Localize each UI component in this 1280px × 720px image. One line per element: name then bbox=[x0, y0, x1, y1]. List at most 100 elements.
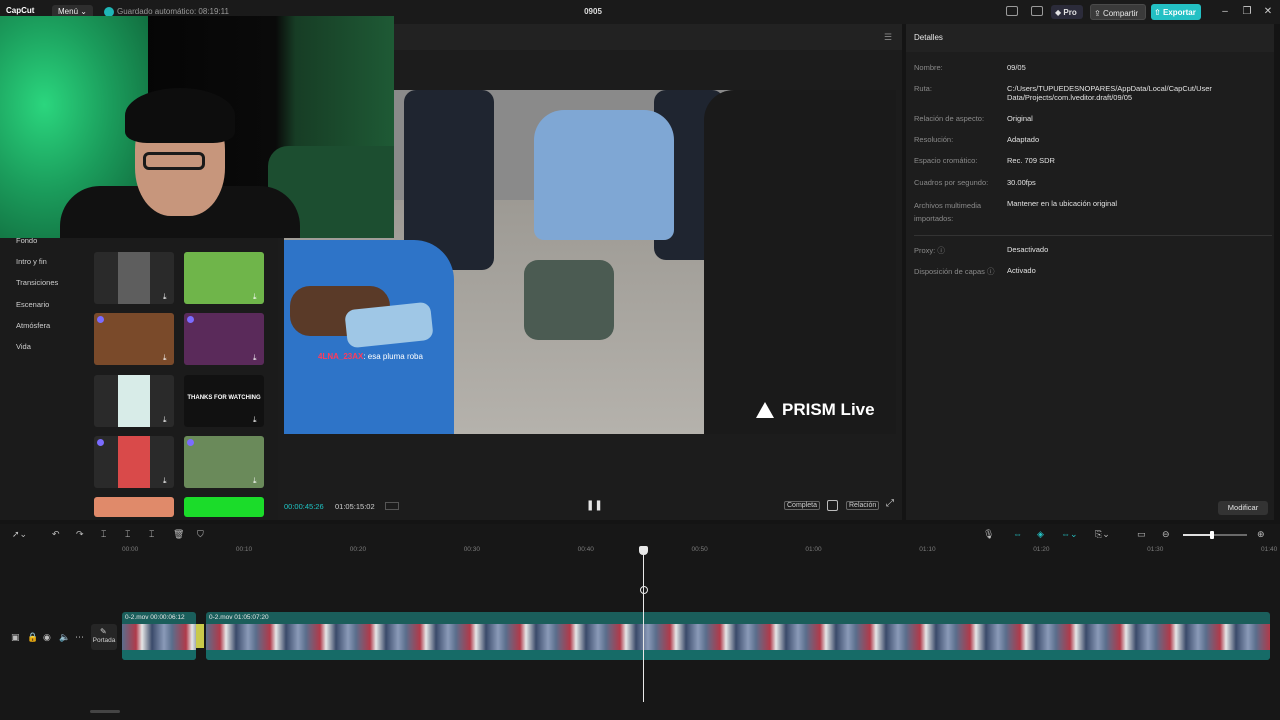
category-intro[interactable]: Intro y fin bbox=[16, 257, 47, 266]
menu-lines-icon[interactable]: ☰ bbox=[884, 32, 892, 43]
details-divider bbox=[914, 235, 1272, 236]
effect-thumbnail[interactable] bbox=[184, 497, 264, 517]
share-button[interactable]: ⇪ Compartir bbox=[1090, 4, 1146, 20]
webcam-hair bbox=[125, 88, 235, 143]
time-ruler[interactable]: 00:00 00:10 00:20 00:30 00:40 00:50 01:00 01:10… bbox=[122, 546, 1280, 558]
preview-axis-icon[interactable]: ⎘⌄ bbox=[1095, 529, 1110, 540]
download-icon[interactable]: ⤓ bbox=[253, 293, 261, 301]
thumbnail-preview bbox=[94, 497, 174, 517]
effect-thumbnail[interactable]: ⤓ bbox=[94, 313, 174, 365]
ruler-tick: 01:20 bbox=[1033, 546, 1050, 553]
cover-button[interactable]: ✎ Portada bbox=[91, 624, 117, 650]
ruler-tick: 00:20 bbox=[349, 546, 367, 553]
timecode-icon[interactable] bbox=[385, 502, 399, 510]
download-icon[interactable]: ⤓ bbox=[163, 477, 171, 485]
effect-thumbnail[interactable]: ⤓ bbox=[184, 252, 264, 304]
effect-thumbnail[interactable]: ⤓ bbox=[94, 375, 174, 427]
zoom-slider[interactable] bbox=[1183, 531, 1247, 539]
effect-thumbnail[interactable]: ⤓ bbox=[94, 436, 174, 488]
more-icon[interactable]: ⋯ bbox=[75, 632, 84, 643]
chat-overlay: 4LNA_23AX: esa pluma roba bbox=[318, 352, 423, 361]
link-icon[interactable]: ⇔ bbox=[1013, 529, 1022, 539]
screenshot-icon[interactable] bbox=[827, 500, 838, 511]
lock-icon[interactable]: 🔒 bbox=[27, 632, 38, 643]
microphone-icon[interactable]: 🎙 bbox=[983, 529, 994, 540]
effect-thumbnail[interactable]: ⤓ bbox=[94, 252, 174, 304]
download-icon[interactable]: ⤓ bbox=[253, 416, 261, 424]
zoom-slider-handle[interactable] bbox=[1209, 531, 1214, 539]
detail-value: 30.00fps bbox=[1007, 178, 1036, 187]
export-label: Exportar bbox=[1162, 8, 1196, 17]
split-right-icon[interactable]: ⌶ bbox=[149, 529, 154, 540]
pause-icon[interactable]: ❚❚ bbox=[586, 500, 603, 511]
webcam-overlay bbox=[0, 16, 394, 238]
redo-icon[interactable]: ↷ bbox=[76, 529, 84, 540]
export-button[interactable]: ⇧ Exportar bbox=[1151, 4, 1201, 20]
split-left-icon[interactable]: ⌶ bbox=[125, 529, 130, 540]
details-header: Detalles bbox=[906, 24, 1274, 52]
caption-icon[interactable]: ▭ bbox=[1137, 529, 1146, 540]
thumbnail-preview bbox=[184, 497, 264, 517]
detail-label: Proxy: ⓘ bbox=[914, 246, 945, 255]
thumbnail-preview bbox=[184, 436, 264, 488]
details-panel: Detalles Nombre: 09/05 Ruta: C:/Users/TUPUE… bbox=[906, 24, 1274, 520]
transition-marker[interactable] bbox=[196, 624, 204, 648]
horizontal-scrollbar[interactable] bbox=[90, 710, 120, 713]
video-clip[interactable]: 0-2.mov 01:05:07:20 bbox=[206, 612, 1270, 660]
snap-icon[interactable]: ⇔⌄ bbox=[1061, 529, 1078, 540]
effect-thumbnail[interactable]: THANKS FOR WATCHING ⤓ bbox=[184, 375, 264, 427]
ruler-tick: 01:30 bbox=[1147, 546, 1164, 553]
share-label: Compartir bbox=[1102, 9, 1139, 18]
minimize-icon[interactable]: – bbox=[1219, 6, 1231, 17]
modify-button[interactable]: Modificar bbox=[1218, 501, 1268, 515]
shield-icon[interactable]: ⛉ bbox=[197, 529, 204, 540]
category-transiciones[interactable]: Transiciones bbox=[16, 278, 58, 287]
effect-thumbnail[interactable] bbox=[94, 497, 174, 517]
restore-icon[interactable]: ❐ bbox=[1241, 6, 1253, 17]
close-icon[interactable]: ✕ bbox=[1262, 6, 1274, 17]
zoom-slider-fill bbox=[1183, 534, 1212, 536]
keyboard-icon[interactable] bbox=[1031, 6, 1043, 16]
magnet-icon[interactable]: ◈ bbox=[1037, 529, 1044, 540]
layout-icon[interactable] bbox=[1006, 6, 1018, 16]
undo-icon[interactable]: ↶ bbox=[52, 529, 60, 540]
aspect-ratio-button[interactable]: Relación bbox=[846, 501, 880, 510]
category-atmosfera[interactable]: Atmósfera bbox=[16, 321, 50, 330]
effect-thumbnail[interactable]: ⤓ bbox=[184, 436, 264, 488]
effect-thumbnail[interactable]: ⤓ bbox=[184, 313, 264, 365]
chat-message: : esa pluma roba bbox=[363, 352, 423, 361]
download-icon[interactable]: ⤓ bbox=[163, 416, 171, 424]
full-quality-button[interactable]: Completa bbox=[784, 501, 820, 510]
audio-icon[interactable]: 🔈 bbox=[59, 632, 70, 643]
pro-label: Pro bbox=[1063, 8, 1077, 17]
detail-label: Relación de aspecto: bbox=[914, 114, 985, 123]
detail-value: Adaptado bbox=[1007, 135, 1040, 144]
eye-icon[interactable]: ◉ bbox=[43, 632, 51, 643]
zoom-out-icon[interactable]: ⊖ bbox=[1162, 529, 1170, 540]
fullscreen-icon[interactable]: ⤢ bbox=[886, 498, 894, 509]
track-lock-icon[interactable]: ▣ bbox=[11, 632, 20, 643]
split-icon[interactable]: ⌶ bbox=[101, 529, 106, 540]
playhead[interactable] bbox=[643, 550, 644, 702]
category-escenario[interactable]: Escenario bbox=[16, 300, 49, 309]
video-clip[interactable]: 0-2.mov 00:00:06:12 bbox=[122, 612, 196, 660]
download-icon[interactable]: ⤓ bbox=[253, 354, 261, 362]
ruler-tick: 00:00 bbox=[122, 546, 139, 553]
playhead-knob[interactable] bbox=[640, 586, 648, 594]
thumbnail-preview bbox=[118, 252, 150, 304]
detail-label: Ruta: bbox=[914, 84, 932, 93]
playhead-handle[interactable] bbox=[639, 546, 648, 555]
zoom-in-icon[interactable]: ⊕ bbox=[1257, 529, 1265, 540]
category-vida[interactable]: Vida bbox=[16, 342, 31, 351]
cover-label: Portada bbox=[92, 637, 116, 644]
detail-label: Nombre: bbox=[914, 63, 943, 72]
pro-button[interactable]: ◆ Pro bbox=[1051, 5, 1083, 19]
thumbnail-preview bbox=[94, 313, 174, 365]
download-icon[interactable]: ⤓ bbox=[163, 354, 171, 362]
prism-logo-icon bbox=[756, 402, 774, 418]
thumbnail-text: THANKS FOR WATCHING bbox=[187, 395, 261, 401]
select-tool-icon[interactable]: ➚⌄ bbox=[12, 529, 27, 540]
download-icon[interactable]: ⤓ bbox=[253, 477, 261, 485]
delete-icon[interactable]: 🗑 bbox=[173, 529, 184, 540]
download-icon[interactable]: ⤓ bbox=[163, 293, 171, 301]
